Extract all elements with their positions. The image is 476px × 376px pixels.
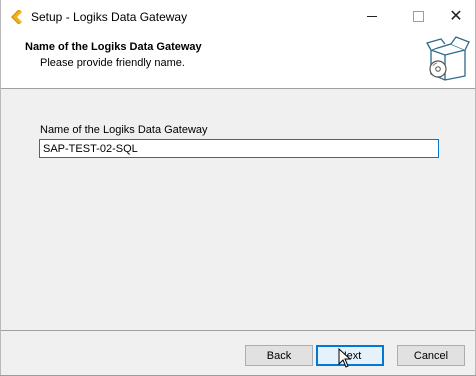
gateway-name-label: Name of the Logiks Data Gateway [40,124,208,136]
cancel-button[interactable]: Cancel [397,345,465,366]
minimize-button[interactable] [349,0,395,33]
close-icon: ✕ [449,7,463,25]
back-button[interactable]: Back [245,345,313,366]
window-title: Setup - Logiks Data Gateway [31,10,188,24]
footer-divider [1,330,475,331]
close-button[interactable]: ✕ [433,0,476,33]
page-title: Name of the Logiks Data Gateway [25,41,202,53]
mouse-cursor-icon [338,348,352,368]
wizard-header: Name of the Logiks Data Gateway Please p… [1,33,475,89]
setup-window: Setup - Logiks Data Gateway ✕ Name of th… [0,0,476,376]
app-logo-icon [11,10,22,24]
title-bar[interactable]: Setup - Logiks Data Gateway ✕ [1,0,475,33]
minimize-icon [367,16,377,17]
page-subtitle: Please provide friendly name. [40,57,185,69]
maximize-icon [412,11,424,22]
gateway-name-input[interactable] [39,139,439,158]
setup-box-icon [426,36,470,81]
